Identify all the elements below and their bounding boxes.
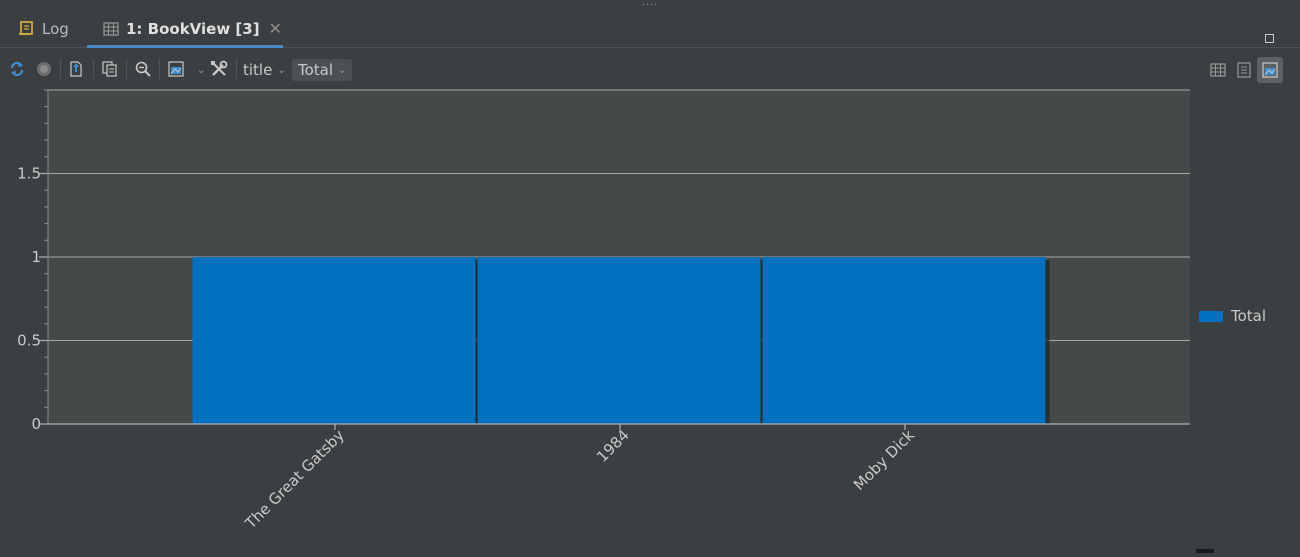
- y-tick-label: 0.5: [17, 332, 41, 350]
- tab-log[interactable]: Log: [18, 10, 69, 47]
- bar: [192, 257, 476, 424]
- bar: [477, 257, 761, 424]
- export-icon[interactable]: [66, 59, 86, 79]
- view-text-icon[interactable]: [1231, 57, 1257, 83]
- chevron-down-icon: ⌄: [277, 64, 286, 76]
- copy-icon[interactable]: [100, 59, 120, 79]
- tab-bookview[interactable]: 1: BookView [3] ✕: [87, 10, 283, 48]
- save-image-icon[interactable]: [166, 59, 186, 79]
- chart-legend: Total: [1199, 307, 1266, 325]
- zoom-out-icon[interactable]: [133, 59, 153, 79]
- panel-drag-handle[interactable]: ....: [0, 0, 1300, 10]
- bar-chart: 0 0.5 1 1.5 The Great Gatsby 1984 Moby Dick: [17, 89, 1190, 533]
- y-tick-label: 1: [31, 248, 41, 266]
- measure-dropdown[interactable]: Total ⌄: [292, 59, 353, 81]
- chevron-down-icon: ⌄: [197, 64, 206, 76]
- y-tick-label: 0: [31, 415, 41, 433]
- group-by-label: title: [243, 61, 273, 79]
- resize-handle[interactable]: [1196, 549, 1214, 553]
- save-image-dropdown[interactable]: ⌄: [192, 59, 205, 81]
- maximize-icon[interactable]: [1265, 34, 1274, 43]
- x-tick-label: Moby Dick: [850, 426, 918, 494]
- bar: [762, 257, 1046, 424]
- view-chart-icon[interactable]: [1257, 57, 1283, 83]
- tool-window-tabbar: Log 1: BookView [3] ✕: [0, 10, 1300, 48]
- legend-swatch: [1199, 310, 1223, 322]
- log-icon: [18, 20, 35, 37]
- tools-icon[interactable]: [209, 59, 229, 79]
- chevron-down-icon: ⌄: [338, 64, 347, 76]
- legend-label: Total: [1231, 307, 1267, 325]
- tab-log-label: Log: [42, 19, 69, 38]
- group-by-dropdown[interactable]: title ⌄: [243, 59, 286, 81]
- view-table-icon[interactable]: [1205, 57, 1231, 83]
- chart-area: 0 0.5 1 1.5 The Great Gatsby 1984 Moby Dick: [0, 86, 1300, 553]
- x-tick-label: 1984: [593, 426, 633, 466]
- chart-toolbar: ⌄ title ⌄ Total ⌄: [0, 52, 1300, 86]
- x-tick-label: The Great Gatsby: [241, 426, 348, 533]
- refresh-icon[interactable]: [7, 59, 27, 79]
- tab-bookview-label: 1: BookView [3]: [126, 19, 260, 38]
- stop-icon[interactable]: [34, 59, 54, 79]
- y-tick-label: 1.5: [17, 165, 41, 183]
- close-icon[interactable]: ✕: [269, 19, 282, 38]
- table-icon: [103, 21, 119, 37]
- measure-label: Total: [298, 61, 334, 79]
